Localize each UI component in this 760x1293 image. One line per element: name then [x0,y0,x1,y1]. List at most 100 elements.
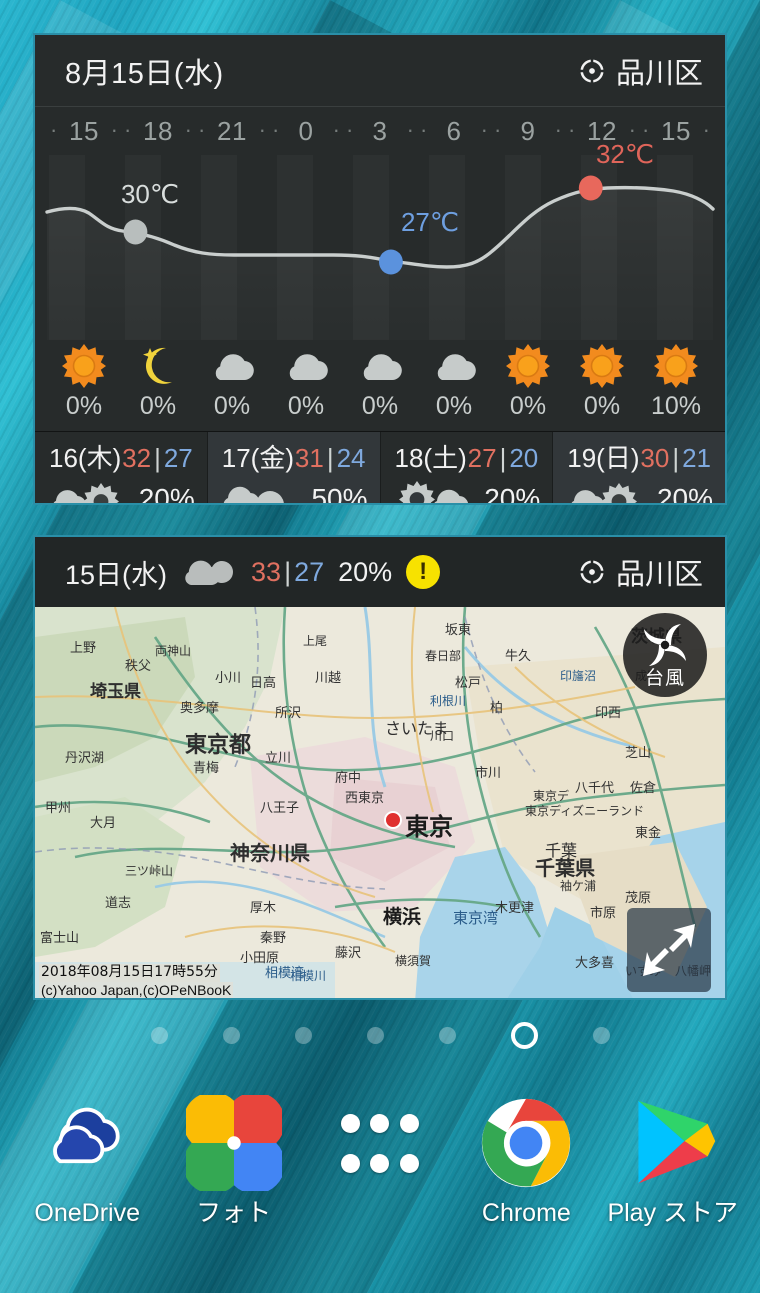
precip-prob: 0% [509,392,547,420]
map-precip-prob: 20% [338,556,393,587]
sun-icon [62,344,106,388]
map-view[interactable]: 東京都 東京 埼玉県 神奈川県 千葉県 茨城県 さいたま 横浜 千葉 東京湾 相… [35,607,725,998]
page-dot[interactable] [294,1027,312,1044]
cloud-then-sun-icon [567,479,645,503]
hour-tick: 6 [417,116,491,147]
day-forecast-cell[interactable]: 17(金) 31 | 24 50% [207,432,381,505]
page-dot[interactable] [592,1027,610,1044]
cloud-icon [432,344,476,388]
play-store-icon [638,1100,715,1184]
cloud-icon [210,344,254,388]
cloud-icon [289,354,328,381]
hour-label: 15 [661,115,691,146]
moon-star-icon [136,344,180,388]
hour-tick: 18 [121,116,195,147]
moon-star-icon [143,347,172,384]
dock: OneDrive フォト Chrome Play ストア [0,1095,760,1280]
day-temp-max: 32 [122,443,152,473]
map-temp-max: 33 [251,556,282,587]
map-attribution: (c)Yahoo Japan,(c)OPeNBooK [39,981,234,998]
onedrive-icon [53,1107,120,1164]
crosshair-gps-icon [577,557,607,587]
page-dot[interactable] [222,1027,240,1044]
precip-prob: 0% [139,392,177,420]
crosshair-gps-icon [577,56,607,85]
cloud-icon [215,354,254,381]
hour-label: 18 [143,115,173,146]
map-date: 15日(水) [65,559,168,590]
hour-tick: 3 [343,116,417,147]
sun-icon [506,344,550,388]
all-apps-grid-icon[interactable] [332,1095,428,1191]
dock-app[interactable]: Play ストア [603,1095,743,1228]
hourly-cell: 0% [121,344,195,421]
map-location-button[interactable]: 品川区 [577,551,703,593]
forecast-date: 8月15日(水) [65,57,224,90]
precip-prob: 0% [435,392,473,420]
location-button[interactable]: 品川区 [577,50,703,92]
page-dot-active[interactable] [510,1022,538,1049]
page-indicator[interactable] [0,1022,760,1049]
dock-app[interactable]: フォト [164,1095,304,1228]
precip-prob: 0% [583,392,621,420]
typhoon-label: 台風 [644,667,685,689]
hour-tick: 0 [269,116,343,147]
day-temp-min: 27 [163,443,193,473]
day-forecast-cell[interactable]: 19(日) 30 | 21 20% [553,432,725,503]
cloud-then-sun-icon [572,483,638,503]
day-precip-prob: 20% [484,483,541,505]
sun-icon [506,344,550,388]
hour-label: 9 [520,115,536,146]
page-dot[interactable] [438,1027,456,1044]
google-photos-icon [185,1095,282,1191]
sun-icon [62,344,106,388]
hourly-cell: 0% [417,344,491,421]
temp-label-morning: 30℃ [120,179,180,209]
day-label: 17(金) [221,443,294,473]
warning-icon[interactable]: ! [406,555,441,589]
hourly-cell: 0% [343,344,417,421]
temp-separator: | [499,443,507,473]
dock-app[interactable]: OneDrive [17,1095,157,1228]
sun-then-cloud-icon [395,479,473,503]
typhoon-spiral-icon [644,623,686,666]
dock-app-label: フォト [196,1199,272,1227]
page-dot[interactable] [150,1027,168,1044]
cloud-icon [358,344,402,388]
day-temp-max: 31 [294,443,324,473]
precip-prob: 10% [650,392,702,420]
hour-tick: 21 [195,116,269,147]
day-forecast-cell[interactable]: 18(土) 27 | 20 20% [381,432,554,505]
sun-icon [580,344,624,388]
precip-prob: 0% [361,392,399,420]
day-precip-prob: 50% [311,483,368,505]
forecast-header[interactable]: 8月15日(水) 品川区 [35,35,725,107]
hourly-cell: 0% [491,344,565,421]
page-dot[interactable] [366,1027,384,1044]
day-forecast-cell[interactable]: 16(木) 32 | 27 20% [35,432,208,505]
expand-map-button[interactable] [627,908,711,992]
four-day-forecast-row: 16(木) 32 | 27 20% 17(金) 31 | 24 50% 18(土) 27 | 20 20% 1… [35,431,725,505]
map-timestamp-text: 2018年08月15日17時55分 [39,964,220,982]
map-location-name: 品川区 [615,559,703,591]
day-precip-prob: 20% [138,483,195,505]
hour-tick: 9 [491,116,565,147]
weather-map-widget[interactable]: 15日(水) 33 | 27 20% ! 品川区 東京都 東京 埼玉県 神奈川県… [33,535,727,1000]
expand-diagonal-arrows-icon [643,924,695,976]
precip-prob: 0% [287,392,325,420]
hourly-cell: 0% [269,344,343,421]
sun-icon [654,344,698,388]
day-label: 19(日) [567,443,640,473]
map-header[interactable]: 15日(水) 33 | 27 20% ! 品川区 [35,537,725,607]
weather-forecast-widget[interactable]: 8月15日(水) 品川区 15182103691215 [33,33,727,505]
temp-separator: | [672,443,680,473]
cloud-then-sun-icon [49,479,127,503]
dock-app[interactable] [310,1095,450,1199]
day-label: 16(木) [49,443,122,473]
temp-separator: | [284,556,292,587]
dock-app[interactable]: Chrome [456,1095,596,1228]
temp-label-high: 32℃ [595,139,655,169]
warning-mark: ! [419,558,428,585]
typhoon-badge[interactable]: 台風 [623,613,707,697]
map-temp-min: 27 [294,556,325,587]
